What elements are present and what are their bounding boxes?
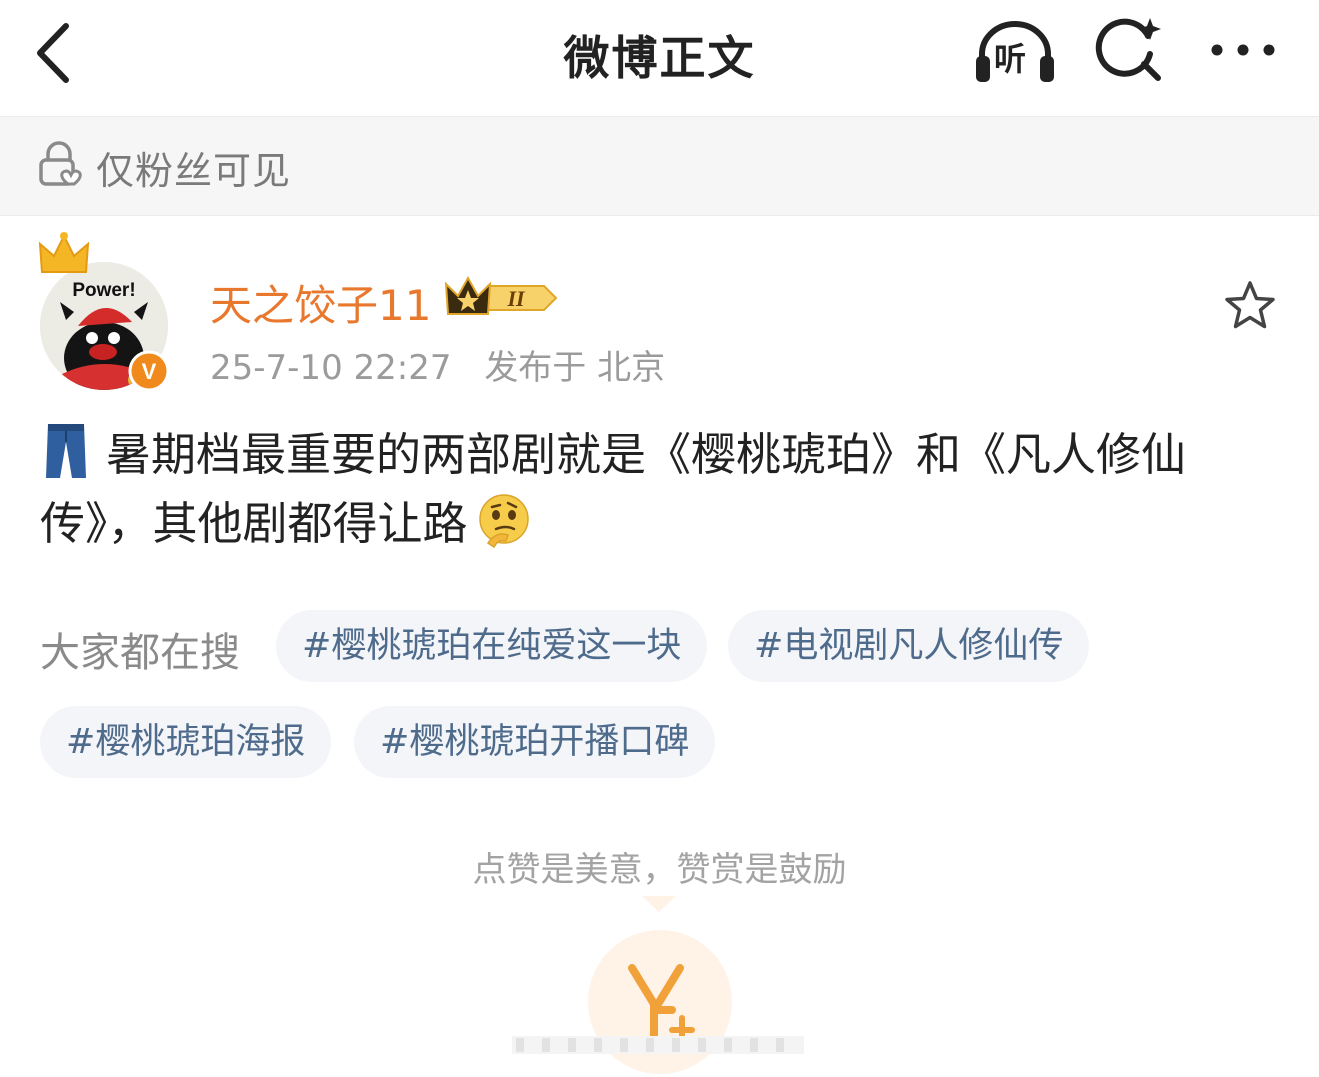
search-icon bbox=[1095, 18, 1161, 81]
crown-icon bbox=[38, 232, 90, 273]
search-button[interactable] bbox=[1094, 14, 1166, 86]
trending-label: 大家都在搜 bbox=[40, 630, 240, 676]
post-timestamp: 25-7-10 22:27 bbox=[210, 348, 452, 388]
trending-tag[interactable]: #樱桃琥珀海报 bbox=[40, 706, 332, 778]
fans-only-lock-icon bbox=[36, 140, 84, 188]
listen-label: 听 bbox=[994, 40, 1027, 78]
post-text-line-2: 传》，其他剧都得让路 bbox=[40, 497, 468, 550]
thinking-face-emoji bbox=[478, 494, 529, 549]
vip-level-badge[interactable]: II bbox=[444, 274, 560, 322]
star-icon bbox=[1225, 281, 1275, 329]
watermark-bar bbox=[512, 1036, 804, 1054]
post-text-line-1: 暑期档最重要的两部剧就是《樱桃琥珀》和《凡人修仙 bbox=[106, 428, 1187, 481]
vip-level-text: II bbox=[506, 286, 526, 311]
trending-tag[interactable]: #电视剧凡人修仙传 bbox=[728, 610, 1090, 682]
vip-crown-icon bbox=[444, 275, 492, 315]
avatar-caption: Power! bbox=[72, 280, 135, 301]
post-line-2: 传》，其他剧都得让路 bbox=[40, 490, 532, 558]
post-meta: 25-7-10 22:27 发布于 北京 bbox=[210, 340, 687, 389]
jeans-emoji bbox=[46, 424, 86, 478]
reward-prompt: 点赞是美意，赞赏是鼓励 bbox=[472, 850, 847, 890]
trending-tag[interactable]: #樱桃琥珀在纯爱这一块 bbox=[276, 610, 708, 682]
favorite-button[interactable] bbox=[1222, 278, 1278, 334]
reward-pointer-icon bbox=[642, 896, 676, 912]
post-location: 发布于 北京 bbox=[484, 348, 666, 388]
more-dots-icon bbox=[1211, 44, 1275, 56]
more-options-button[interactable] bbox=[1205, 22, 1281, 78]
trending-tag[interactable]: #樱桃琥珀开播口碑 bbox=[354, 706, 716, 778]
post-line-1: 暑期档最重要的两部剧就是《樱桃琥珀》和《凡人修仙 bbox=[40, 420, 1186, 489]
verified-badge-letter: V bbox=[142, 359, 157, 384]
author-name[interactable]: 天之饺子11 bbox=[210, 272, 431, 333]
visibility-label: 仅粉丝可见 bbox=[96, 149, 292, 193]
verified-v-icon: V bbox=[128, 350, 170, 392]
